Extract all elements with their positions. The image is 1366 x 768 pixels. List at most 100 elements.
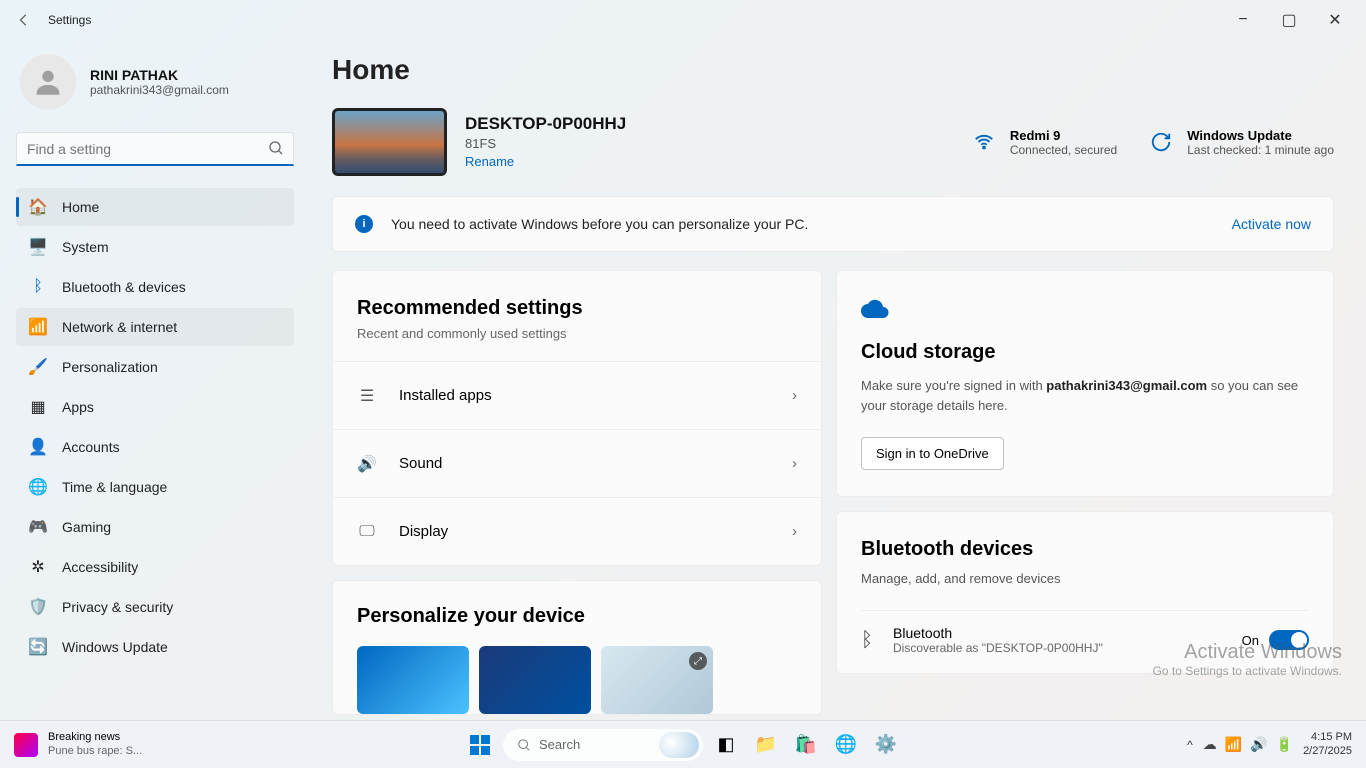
device-thumbnail[interactable] [332, 108, 447, 176]
nav-icon: 🖥️ [28, 237, 48, 257]
nav-label: Accessibility [62, 559, 138, 575]
back-arrow-icon [17, 13, 31, 27]
taskbar-search[interactable]: Search [503, 729, 703, 761]
recommended-card: Recommended settings Recent and commonly… [332, 270, 822, 566]
sidebar-item-accessibility[interactable]: ✲ Accessibility [16, 548, 294, 586]
taskbar-widgets[interactable]: Breaking news Pune bus rape: S... [0, 731, 142, 757]
nav-label: Network & internet [62, 319, 177, 335]
recommended-item-sound[interactable]: 🔊Sound› [333, 429, 821, 497]
bluetooth-row-title: Bluetooth [893, 625, 1103, 641]
search-box [16, 132, 294, 166]
sidebar-item-time-language[interactable]: 🌐Time & language [16, 468, 294, 506]
profile-email: pathakrini343@gmail.com [90, 83, 229, 97]
nav-label: System [62, 239, 109, 255]
sidebar-item-personalization[interactable]: 🖌️Personalization [16, 348, 294, 386]
back-button[interactable] [8, 4, 40, 36]
sidebar-item-gaming[interactable]: 🎮Gaming [16, 508, 294, 546]
bluetooth-sub: Manage, add, and remove devices [861, 571, 1309, 586]
sidebar-item-network-internet[interactable]: 📶 Network & internet [16, 308, 294, 346]
store-button[interactable]: 🛍️ [789, 728, 823, 762]
onedrive-signin-button[interactable]: Sign in to OneDrive [861, 437, 1004, 470]
battery-tray-icon[interactable]: 🔋 [1276, 736, 1293, 753]
theme-option-1[interactable] [357, 646, 469, 714]
bluetooth-toggle-row: ᛒ Bluetooth Discoverable as "DESKTOP-0P0… [861, 610, 1309, 673]
nav-icon: 🖌️ [28, 357, 48, 377]
taskview-button[interactable]: ◧ [709, 728, 743, 762]
device-name: DESKTOP-0P00HHJ [465, 114, 626, 134]
wifi-icon [970, 128, 998, 156]
start-button[interactable] [463, 728, 497, 762]
nav-list: 🏠 Home 🖥️ System ᛒBluetooth & devices 📶 Networ… [16, 188, 294, 666]
nav-label: Windows Update [62, 639, 168, 655]
volume-tray-icon[interactable]: 🔊 [1250, 736, 1267, 753]
theme-option-2[interactable] [479, 646, 591, 714]
title-bar: Settings − ▢ ✕ [0, 0, 1366, 40]
page-title: Home [332, 54, 1334, 86]
nav-icon: 👤 [28, 437, 48, 457]
chevron-right-icon: › [792, 455, 797, 472]
cloud-icon [861, 297, 1309, 325]
minimize-button[interactable]: − [1220, 4, 1266, 36]
wifi-tray-icon[interactable]: 📶 [1225, 736, 1242, 753]
tray-chevron-icon[interactable]: ^ [1187, 738, 1193, 752]
chevron-right-icon: › [792, 387, 797, 404]
activation-banner: i You need to activate Windows before yo… [332, 196, 1334, 252]
rename-link[interactable]: Rename [465, 154, 514, 169]
news-icon [14, 733, 38, 757]
news-title: Breaking news [48, 731, 142, 744]
nav-label: Time & language [62, 479, 167, 495]
chevron-right-icon: › [792, 523, 797, 540]
sidebar-item-windows-update[interactable]: 🔄Windows Update [16, 628, 294, 666]
nav-label: Bluetooth & devices [62, 279, 186, 295]
sidebar-item-system[interactable]: 🖥️ System [16, 228, 294, 266]
news-sub: Pune bus rape: S... [48, 745, 142, 758]
theme-expand-icon: ⤢ [689, 652, 707, 670]
wifi-status[interactable]: Redmi 9 Connected, secured [970, 128, 1117, 157]
nav-icon: 🏠 [28, 197, 48, 217]
search-input[interactable] [16, 132, 294, 166]
personalize-title: Personalize your device [357, 605, 797, 628]
edge-button[interactable]: 🌐 [829, 728, 863, 762]
nav-label: Accounts [62, 439, 120, 455]
sidebar-item-apps[interactable]: ▦Apps [16, 388, 294, 426]
cloud-storage-card: Cloud storage Make sure you're signed in… [836, 270, 1334, 497]
nav-icon: 🎮 [28, 517, 48, 537]
bluetooth-toggle[interactable] [1269, 630, 1309, 650]
sidebar: RINI PATHAK pathakrini343@gmail.com 🏠 Hom… [0, 40, 310, 720]
update-sub: Last checked: 1 minute ago [1187, 143, 1334, 157]
taskbar: Breaking news Pune bus rape: S... Search… [0, 720, 1366, 768]
sidebar-item-privacy-security[interactable]: 🛡️Privacy & security [16, 588, 294, 626]
device-header: DESKTOP-0P00HHJ 81FS Rename Redmi 9 Conn… [332, 108, 1334, 176]
bluetooth-icon: ᛒ [861, 629, 873, 652]
sidebar-item-bluetooth-devices[interactable]: ᛒBluetooth & devices [16, 268, 294, 306]
profile-block[interactable]: RINI PATHAK pathakrini343@gmail.com [16, 54, 294, 110]
recommended-item-installed-apps[interactable]: ☰Installed apps› [333, 361, 821, 429]
nav-icon: 📶 [28, 317, 48, 337]
close-button[interactable]: ✕ [1312, 4, 1358, 36]
explorer-button[interactable]: 📁 [749, 728, 783, 762]
theme-option-3[interactable]: ⤢ [601, 646, 713, 714]
system-tray[interactable]: ☁ 📶 🔊 🔋 [1203, 736, 1293, 753]
onedrive-tray-icon[interactable]: ☁ [1203, 736, 1217, 753]
nav-icon: ✲ [28, 557, 48, 577]
settings-button[interactable]: ⚙️ [869, 728, 903, 762]
recommended-title: Recommended settings [357, 297, 797, 320]
sidebar-item-accounts[interactable]: 👤 Accounts [16, 428, 294, 466]
update-title: Windows Update [1187, 128, 1334, 143]
recommended-item-display[interactable]: 🖵Display› [333, 497, 821, 565]
wifi-title: Redmi 9 [1010, 128, 1117, 143]
toggle-label: On [1242, 633, 1259, 648]
activation-message: You need to activate Windows before you … [391, 216, 808, 232]
maximize-button[interactable]: ▢ [1266, 4, 1312, 36]
avatar [20, 54, 76, 110]
nav-label: Home [62, 199, 99, 215]
activate-now-link[interactable]: Activate now [1232, 216, 1311, 232]
taskbar-clock[interactable]: 4:15 PM 2/27/2025 [1303, 731, 1352, 757]
rec-label: Sound [399, 455, 442, 472]
update-status[interactable]: Windows Update Last checked: 1 minute ag… [1147, 128, 1334, 157]
person-icon [31, 65, 65, 99]
window-controls: − ▢ ✕ [1220, 4, 1358, 36]
rec-label: Display [399, 523, 448, 540]
sidebar-item-home[interactable]: 🏠 Home [16, 188, 294, 226]
rec-icon: ☰ [357, 386, 377, 406]
